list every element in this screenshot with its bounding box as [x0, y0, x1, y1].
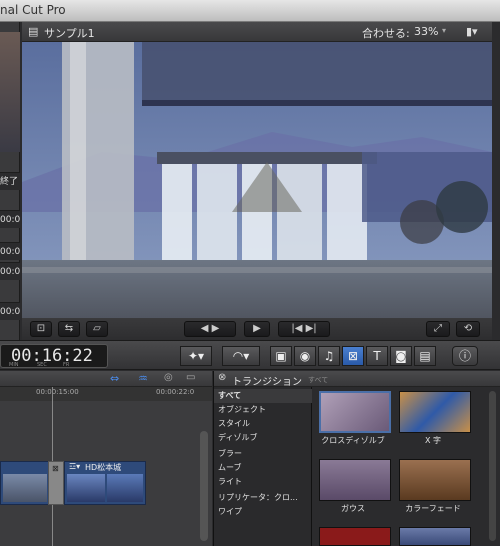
transition-thumbnail[interactable]	[399, 459, 471, 501]
transitions-title: トランジション	[232, 377, 302, 388]
category-item[interactable]: リプリケータ：クロ...	[218, 491, 298, 505]
browser-timecode: 00:0	[0, 302, 20, 320]
transition-thumbnail[interactable]	[319, 391, 391, 433]
event-browser-strip[interactable]: 終了 00:0 00:0 00:0 00:0	[0, 22, 20, 340]
transition-thumbnail[interactable]	[399, 527, 471, 546]
main-toolbar: 00:16:22 MIN SEC FR ✦▾ ◠▾ ▣ ◉ ♫ ⊠ T ◙ ▤ …	[0, 340, 500, 370]
zoom-label: 合わせる:	[362, 27, 410, 40]
close-icon[interactable]: ⊗	[218, 372, 226, 383]
transition-marker[interactable]: ⊠	[48, 461, 64, 505]
retime-icon[interactable]: ◠▾	[222, 346, 260, 366]
viewer-controls: ⊡ ⇆ ▱ ◀ ▶ ▶ |◀ ▶| ⤢ ⟲	[22, 318, 492, 340]
transition-thumbnail[interactable]	[319, 527, 391, 546]
transitions-icon[interactable]: ⊠	[342, 346, 364, 366]
crop-icon[interactable]: ⊡	[30, 321, 52, 337]
category-item[interactable]: オブジェクト	[218, 403, 266, 417]
video-image	[22, 42, 492, 332]
solo-icon[interactable]: ◎	[164, 372, 173, 383]
transition-label: カラーフェード	[405, 504, 461, 513]
timeline-panel[interactable]: ⇔ ♒ ◎ ▭ 00:00:15:00 00:00:22:0 ⊠ ☲▾ HD松本…	[0, 371, 212, 546]
clip-title: HD松本城	[85, 463, 122, 472]
generators-icon[interactable]: ◙	[390, 346, 412, 366]
music-icon[interactable]: ♫	[318, 346, 340, 366]
timeline-clip[interactable]	[0, 461, 50, 505]
category-item[interactable]: すべて	[214, 389, 312, 403]
document-icon: ▤	[28, 25, 39, 38]
inspector-icon[interactable]: ⓘ	[452, 346, 478, 366]
clip-name: サンプル1	[44, 27, 95, 40]
previous-frame-icon[interactable]: ◀ ▶	[184, 321, 236, 337]
browser-timecode: 00:0	[0, 262, 20, 280]
viewer-panel: ▤ サンプル1 合わせる: 33% ▾ ▮▾ ⊡ ⇆ ▱ ◀ ▶ ▶ |◀ ▶|…	[22, 22, 492, 340]
magic-wand-icon[interactable]: ✦▾	[180, 346, 212, 366]
title-bar: nal Cut Pro	[0, 0, 500, 22]
browser-thumbnail[interactable]	[0, 32, 20, 152]
category-item[interactable]: ムーブ	[218, 461, 242, 475]
timecode-unit-sec: SEC	[37, 362, 47, 368]
category-item[interactable]: ワイプ	[218, 505, 242, 519]
browser-timecode: 00:0	[0, 242, 20, 260]
transitions-scrollbar[interactable]	[489, 391, 496, 541]
transition-thumbnail[interactable]	[399, 391, 471, 433]
transition-label: クロスディゾルブ	[321, 436, 385, 445]
fullscreen-icon[interactable]: ⤢	[426, 321, 450, 337]
transition-label: X 字	[424, 436, 442, 445]
play-button[interactable]: ▶	[244, 321, 270, 337]
timeline-clip[interactable]: ☲▾ HD松本城	[64, 461, 146, 505]
ruler-mark: 00:00:22:0	[156, 388, 195, 396]
zoom-dropdown-icon[interactable]: ▾	[442, 26, 446, 35]
category-item[interactable]: ブラー	[218, 447, 242, 461]
display-options-icon[interactable]: ▮▾	[466, 25, 478, 38]
transitions-header: ⊗ トランジション すべて	[214, 371, 500, 388]
skip-icon[interactable]: |◀ ▶|	[278, 321, 330, 337]
transform-icon[interactable]: ⇆	[58, 321, 80, 337]
transitions-filter[interactable]: すべて	[308, 375, 328, 385]
timeline-header: ⇔ ♒ ◎ ▭	[0, 371, 212, 387]
browser-timecode: 00:0	[0, 210, 20, 228]
category-item[interactable]: ディゾルブ	[218, 431, 257, 445]
ruler-mark: 00:00:15:00	[36, 388, 79, 396]
zoom-value[interactable]: 33%	[414, 25, 438, 38]
camera-icon[interactable]: ◉	[294, 346, 316, 366]
transitions-browser: ⊗ トランジション すべて すべて オブジェクト スタイル ディゾルブ ブラー …	[213, 371, 500, 546]
timecode-value: 00:16:22	[11, 346, 93, 366]
clip-appearance-icon[interactable]: ⇔	[110, 372, 119, 385]
category-item[interactable]: スタイル	[218, 417, 250, 431]
transition-thumbnail[interactable]	[319, 459, 391, 501]
clip-menu-icon[interactable]: ☲▾	[69, 462, 80, 471]
snapping-icon[interactable]: ▭	[186, 372, 195, 383]
loop-icon[interactable]: ⟲	[456, 321, 480, 337]
video-frame	[22, 42, 492, 332]
themes-icon[interactable]: ▤	[414, 346, 436, 366]
browser-label: 終了	[0, 172, 20, 190]
transition-grid: クロスディゾルブ X 字 ガウス カラーフェード	[313, 387, 500, 546]
timecode-unit-fr: FR	[63, 362, 70, 368]
titles-icon[interactable]: T	[366, 346, 388, 366]
app-title: nal Cut Pro	[0, 3, 66, 17]
distort-icon[interactable]: ▱	[86, 321, 108, 337]
category-item[interactable]: ライト	[218, 475, 242, 489]
timecode-unit-min: MIN	[9, 362, 19, 368]
timecode-display[interactable]: 00:16:22 MIN SEC FR	[0, 344, 108, 368]
viewer-header: ▤ サンプル1 合わせる: 33% ▾ ▮▾	[22, 22, 492, 42]
audio-skimming-icon[interactable]: ♒	[138, 372, 148, 385]
category-list: すべて オブジェクト スタイル ディゾルブ ブラー ムーブ ライト リプリケータ…	[214, 387, 312, 546]
timeline-scrollbar[interactable]	[200, 431, 208, 541]
timeline-ruler[interactable]: 00:00:15:00 00:00:22:0	[0, 387, 212, 401]
photos-icon[interactable]: ▣	[270, 346, 292, 366]
transition-label: ガウス	[341, 504, 365, 513]
